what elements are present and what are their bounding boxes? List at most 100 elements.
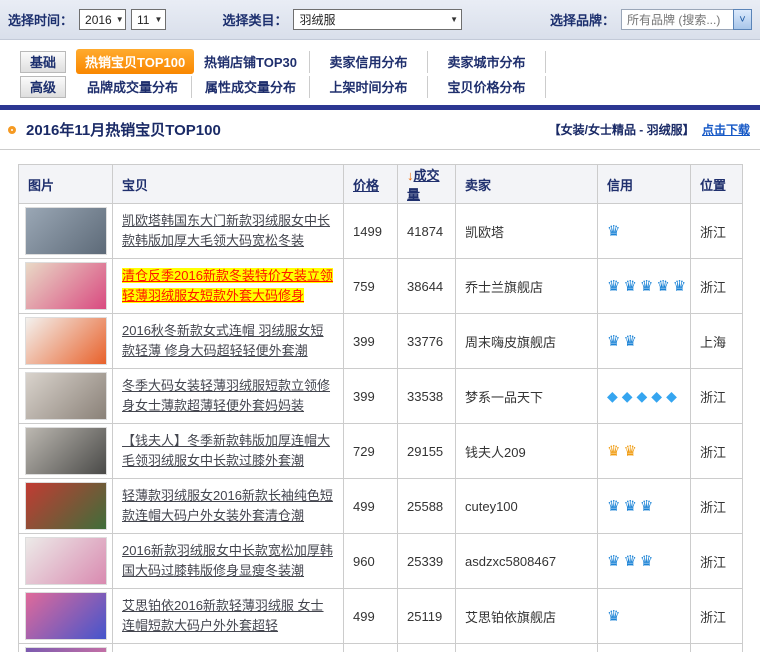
- item-sales: 41874: [398, 204, 456, 259]
- category-select[interactable]: 羽绒服 ▼: [293, 9, 462, 30]
- item-seller: cutey100: [456, 479, 598, 534]
- column-header-price: 价格: [344, 165, 398, 204]
- basic-tab-label: 卖家城市分布: [447, 52, 525, 71]
- seller-credit-icons: ◆◆◆◆◆: [607, 388, 681, 404]
- category-path-text: 【女装/女士精品 - 羽绒服】: [549, 123, 695, 137]
- item-seller: 梦系一品天下: [456, 369, 598, 424]
- table-row: 【钱夫人】冬季新款韩版加厚连帽大毛领羽绒服女中长款过膝外套潮 729 29155…: [19, 424, 743, 479]
- item-thumbnail[interactable]: [25, 647, 107, 652]
- caret-down-icon: ▼: [155, 15, 163, 24]
- column-header-sales: ↓成交量: [398, 165, 456, 204]
- table-row: 冬季大码女装轻薄羽绒服短款立领修身女士薄款超薄轻便外套妈妈装 399 33538…: [19, 369, 743, 424]
- item-location: [691, 644, 743, 652]
- basic-tab[interactable]: 热销店铺TOP30: [192, 51, 310, 73]
- item-thumbnail[interactable]: [25, 372, 107, 420]
- section-header: 2016年11月热销宝贝TOP100 【女装/女士精品 - 羽绒服】 点击下载: [0, 110, 760, 150]
- table-row: 轻薄款羽绒服女2016新款长袖纯色短款连帽大码户外女装外套清仓潮 499 255…: [19, 479, 743, 534]
- advanced-tab[interactable]: 属性成交量分布: [192, 76, 310, 98]
- advanced-tab[interactable]: 宝贝价格分布: [428, 76, 546, 98]
- basic-tab[interactable]: 卖家信用分布: [310, 51, 428, 73]
- seller-credit-icons: ♛: [607, 223, 623, 240]
- item-thumbnail[interactable]: [25, 427, 107, 475]
- column-header-image: 图片: [19, 165, 113, 204]
- column-header-location: 位置: [691, 165, 743, 204]
- item-price: 399: [344, 314, 398, 369]
- month-select[interactable]: 11 ▼: [131, 9, 166, 30]
- item-seller: 钱夫人209: [456, 424, 598, 479]
- basic-tab-row: 基础 热销宝贝TOP100热销店铺TOP30 卖家信用分布 卖家城市分布: [20, 49, 760, 74]
- item-seller: 艾思铂依旗舰店: [456, 589, 598, 644]
- item-seller: 凯欧塔: [456, 204, 598, 259]
- item-sales: 38644: [398, 259, 456, 314]
- brand-search-input[interactable]: [621, 9, 733, 30]
- item-title-link[interactable]: 2016新款羽绒服女中长款宽松加厚韩国大码过膝韩版修身显瘦冬装潮: [122, 543, 333, 578]
- item-title-link[interactable]: 凯欧塔韩国东大门新款羽绒服女中长款韩版加厚大毛领大码宽松冬装: [122, 213, 330, 248]
- seller-credit-icons: ♛♛: [607, 443, 640, 460]
- seller-credit-icons: ♛♛♛♛♛: [607, 278, 689, 295]
- item-sales: [398, 644, 456, 652]
- item-thumbnail[interactable]: [25, 207, 107, 255]
- basic-tabs-label: 基础: [20, 51, 66, 73]
- item-seller: asdzxc5808467: [456, 534, 598, 589]
- item-location: 浙江: [691, 479, 743, 534]
- item-sales: 33538: [398, 369, 456, 424]
- filter-bar: 选择时间： 2016 ▼ 11 ▼ 选择类目： 羽绒服 ▼ 选择品牌： ˅: [0, 0, 760, 40]
- table-row: 凯欧塔韩国东大门新款羽绒服女中长款韩版加厚大毛领大码宽松冬装 1499 4187…: [19, 204, 743, 259]
- basic-tabs: 热销宝贝TOP100热销店铺TOP30 卖家信用分布 卖家城市分布: [66, 51, 546, 73]
- item-title-link[interactable]: 冬季大码女装轻薄羽绒服短款立领修身女士薄款超薄轻便外套妈妈装: [122, 378, 330, 413]
- column-header-seller: 卖家: [456, 165, 598, 204]
- category-path: 【女装/女士精品 - 羽绒服】 点击下载: [549, 121, 750, 138]
- table-row: 2016新款羽绒服女中长款宽松加厚韩国大码过膝韩版修身显瘦冬装潮 960 253…: [19, 534, 743, 589]
- brand-dropdown-button[interactable]: ˅: [733, 9, 752, 30]
- basic-tab[interactable]: 卖家城市分布: [428, 51, 546, 73]
- basic-tab[interactable]: 热销宝贝TOP100: [74, 51, 192, 73]
- seller-credit-icons: ♛♛♛: [607, 498, 656, 515]
- advanced-tab-label: 品牌成交量分布: [87, 77, 178, 96]
- bullet-icon: [8, 126, 16, 134]
- basic-tab-label: 热销宝贝TOP100: [76, 49, 194, 74]
- item-title-link[interactable]: 【钱夫人】冬季新款韩版加厚连帽大毛领羽绒服女中长款过膝外套潮: [122, 433, 330, 468]
- year-select[interactable]: 2016 ▼: [79, 9, 126, 30]
- items-table: 图片 宝贝 价格 ↓成交量 卖家 信用 位置 凯欧塔韩国东大门新款羽绒服女中长款…: [18, 164, 743, 652]
- column-header-item: 宝贝: [113, 165, 344, 204]
- item-title-link[interactable]: 清仓反季2016新款冬装特价女装立领轻薄羽绒服女短款外套大码修身: [122, 268, 333, 303]
- advanced-tab[interactable]: 品牌成交量分布: [74, 76, 192, 98]
- item-seller: [456, 644, 598, 652]
- seller-credit-icons: ♛♛: [607, 333, 640, 350]
- item-thumbnail[interactable]: [25, 317, 107, 365]
- item-thumbnail[interactable]: [25, 482, 107, 530]
- item-thumbnail[interactable]: [25, 592, 107, 640]
- item-price: 1499: [344, 204, 398, 259]
- caret-down-icon: ▼: [450, 15, 458, 24]
- item-sales: 25119: [398, 589, 456, 644]
- item-location: 浙江: [691, 369, 743, 424]
- item-price: 729: [344, 424, 398, 479]
- basic-tab-label: 卖家信用分布: [329, 52, 407, 71]
- seller-credit-icons: ♛: [607, 608, 623, 625]
- tab-zone: 基础 热销宝贝TOP100热销店铺TOP30卖家信用分布卖家城市分布 高级 品牌…: [0, 40, 760, 110]
- item-price: 399: [344, 369, 398, 424]
- advanced-tab[interactable]: 上架时间分布: [310, 76, 428, 98]
- item-location: 浙江: [691, 589, 743, 644]
- table-header-row: 图片 宝贝 价格 ↓成交量 卖家 信用 位置: [19, 165, 743, 204]
- item-thumbnail[interactable]: [25, 537, 107, 585]
- item-title-link[interactable]: 艾思铂依2016新款轻薄羽绒服 女士连帽短款大码户外外套超轻: [122, 598, 324, 633]
- item-location: 浙江: [691, 204, 743, 259]
- item-location: 浙江: [691, 424, 743, 479]
- item-title-link[interactable]: 2016秋冬新款女式连帽 羽绒服女短款轻薄 修身大码超轻轻便外套潮: [122, 323, 324, 358]
- chevron-down-icon: ˅: [739, 14, 745, 26]
- item-thumbnail[interactable]: [25, 262, 107, 310]
- advanced-tab-label: 上架时间分布: [329, 77, 407, 96]
- table-row: 清仓反季2016新款冬装特价女装立领轻薄羽绒服女短款外套大码修身 759 386…: [19, 259, 743, 314]
- table-row: 茄用2016新款韩版修身轻薄反季清仓羽绒服女短款连 ♛♛: [19, 644, 743, 652]
- item-sales: 33776: [398, 314, 456, 369]
- sort-by-price-link[interactable]: 价格: [353, 178, 379, 193]
- item-sales: 25588: [398, 479, 456, 534]
- items-tbody: 凯欧塔韩国东大门新款羽绒服女中长款韩版加厚大毛领大码宽松冬装 1499 4187…: [19, 204, 743, 652]
- brand-combobox: ˅: [621, 9, 752, 30]
- advanced-tabs: 品牌成交量分布属性成交量分布上架时间分布 宝贝价格分布: [66, 76, 546, 98]
- caret-down-icon: ▼: [116, 15, 124, 24]
- download-link[interactable]: 点击下载: [702, 123, 750, 137]
- category-filter-label: 选择类目：: [222, 10, 287, 29]
- item-title-link[interactable]: 轻薄款羽绒服女2016新款长袖纯色短款连帽大码户外女装外套清仓潮: [122, 488, 333, 523]
